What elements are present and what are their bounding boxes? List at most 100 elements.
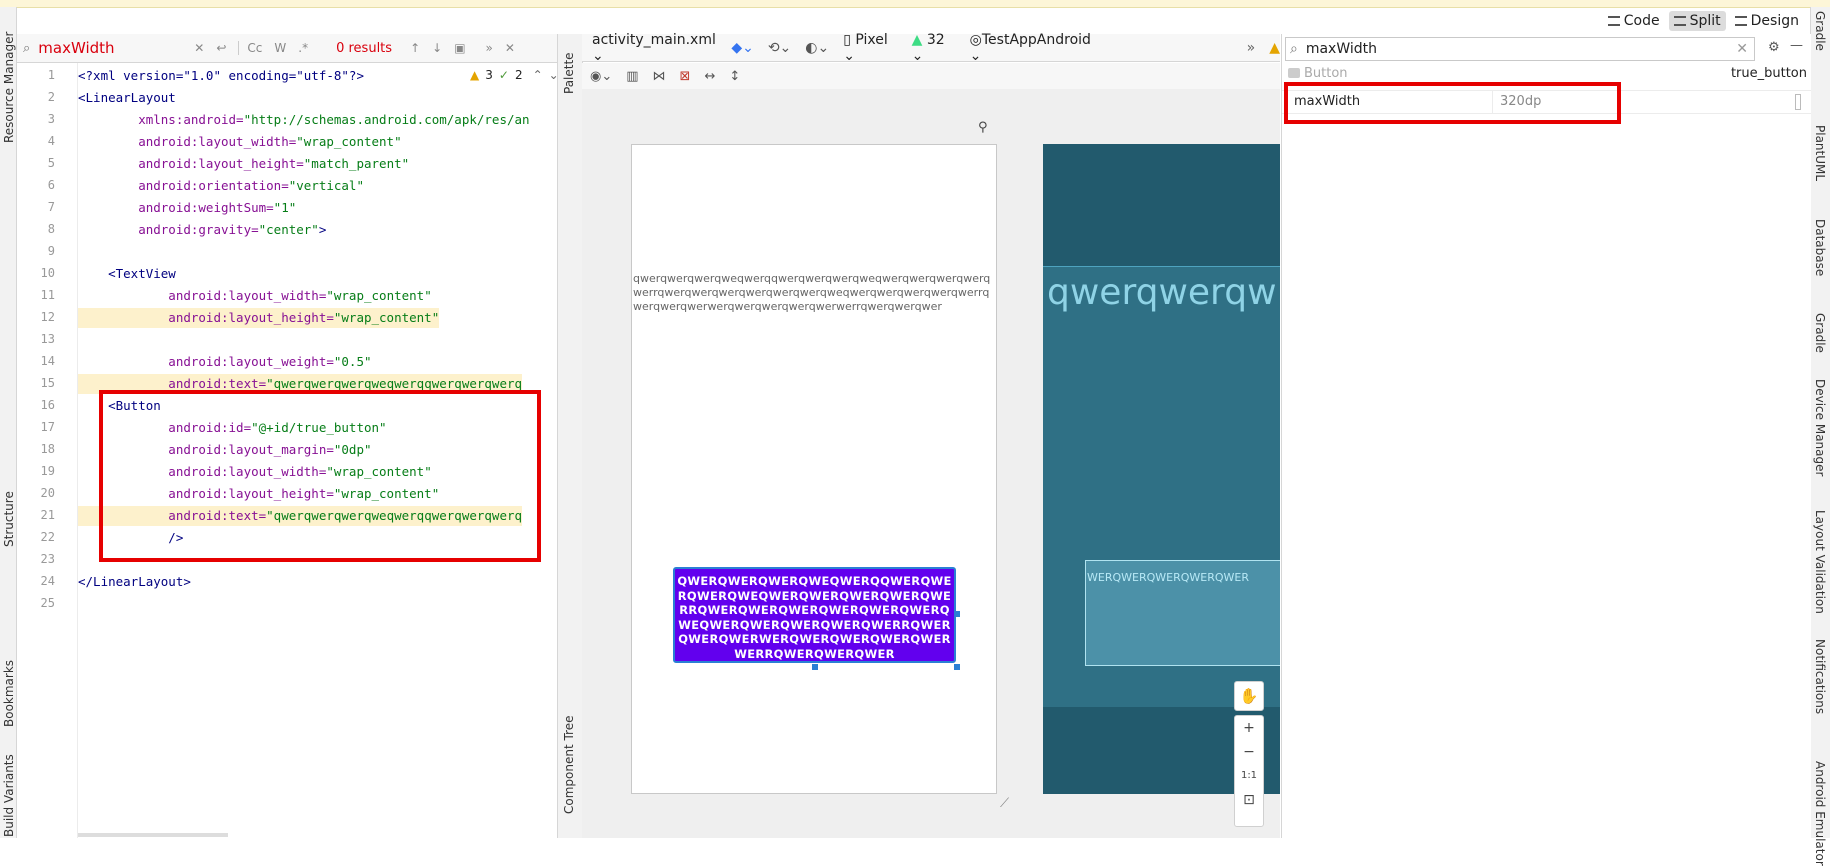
constraints-icon[interactable]: ⋈ [653, 69, 666, 84]
vertical-arrows-icon[interactable]: ↕ [729, 69, 740, 84]
zoom-in-icon[interactable]: + [1243, 716, 1255, 740]
canvas-resize-grip-icon[interactable]: ⟋ [1000, 796, 1009, 811]
regex-toggle[interactable]: .* [298, 41, 308, 55]
mode-split-button[interactable]: Split [1668, 11, 1726, 31]
pin-icon[interactable]: ⚲ [978, 120, 988, 135]
right-tool-strip: Gradle Database PlantUML Gradle Device M… [1810, 7, 1830, 866]
tool-bookmarks[interactable]: Bookmarks [2, 660, 16, 727]
code-token: "vertical" [288, 178, 364, 193]
zoom-out-icon[interactable]: − [1243, 740, 1255, 764]
attributes-search[interactable]: ⌕ maxWidth ✕ [1285, 37, 1755, 61]
api-selector[interactable]: ▲ 32 ⌄ [912, 32, 956, 64]
component-type: Button [1304, 66, 1348, 81]
overflow-icon[interactable]: » [1247, 40, 1256, 56]
layers-icon[interactable]: ◆⌄ [731, 40, 754, 56]
match-case-toggle[interactable]: Cc [238, 41, 262, 55]
history-icon[interactable]: ↩ [216, 41, 226, 55]
tool-structure[interactable]: Structure [2, 491, 16, 547]
code-token: "0.5" [333, 354, 372, 369]
view-options-icon[interactable]: ◉⌄ [590, 69, 612, 84]
design-secondary-toolbar: ◉⌄ ▥ ⋈ ⊠ ↔ ↕ [582, 63, 1280, 89]
clear-icon[interactable]: ✕ [194, 41, 204, 55]
preview-button[interactable]: QWERQWERQWERQWEQWERQQWERQWERQWERQWEQWERQ… [673, 567, 956, 663]
mode-code-button[interactable]: Code [1603, 11, 1665, 31]
search-icon: ⌕ [1290, 41, 1298, 57]
line-number: 7 [47, 200, 55, 214]
tool-build-variants[interactable]: Build Variants [2, 754, 16, 837]
code-token: "match_parent" [303, 156, 410, 171]
prev-highlight-icon[interactable]: ⌃ [533, 68, 543, 82]
android-icon: ▲ [911, 31, 923, 48]
blueprint-button: WERQWERQWERQWERQWER [1087, 571, 1249, 584]
file-selector[interactable]: activity_main.xml ⌄ [592, 32, 717, 64]
tool-device-manager[interactable]: Device Manager [1813, 379, 1827, 476]
theme-selector[interactable]: ◎TestAppAndroid ⌄ [970, 32, 1093, 64]
whole-word-toggle[interactable]: W [274, 41, 286, 55]
code-token: android:orientation= [78, 178, 289, 193]
code-line: <LinearLayout [78, 88, 176, 108]
warning-count: 3 [485, 68, 493, 82]
zoom-fit-icon[interactable]: ⊡ [1243, 788, 1255, 812]
prev-occurrence-icon[interactable]: ↑ [410, 41, 420, 55]
line-number: 18 [40, 442, 55, 456]
code-token: android:layout_weight= [78, 354, 334, 369]
code-token: </LinearLayout> [78, 574, 191, 589]
code-token: <LinearLayout [78, 90, 176, 105]
tool-gradle[interactable]: Gradle [1813, 313, 1827, 353]
component-tree-tab[interactable]: Component Tree [562, 716, 576, 814]
design-preview-phone[interactable] [631, 144, 997, 794]
check-icon: ✓ [498, 68, 509, 82]
tool-android-emulator[interactable]: Android Emulator [1813, 761, 1827, 866]
resize-handle-corner[interactable] [954, 664, 960, 670]
find-input[interactable]: maxWidth [38, 39, 188, 57]
tool-layout-validation[interactable]: Layout Validation [1813, 510, 1827, 614]
tool-plantuml[interactable]: PlantUML [1813, 125, 1827, 181]
attributes-search-input[interactable]: maxWidth [1306, 41, 1377, 57]
tool-gradle-top[interactable]: Gradle [1813, 11, 1827, 51]
inspection-widget[interactable]: ▲ 3 ✓ 2 ⌃ ⌄ [470, 68, 559, 82]
line-number: 21 [40, 508, 55, 522]
more-options-icon[interactable]: » [486, 41, 493, 55]
night-mode-icon[interactable]: ◐⌄ [805, 40, 829, 56]
line-number: 25 [40, 596, 55, 610]
code-token: android:layout_width= [78, 134, 297, 149]
palette-tab[interactable]: Palette [562, 52, 576, 94]
code-line: android:layout_width="wrap_content" [78, 286, 431, 306]
issues-warning-icon[interactable]: ▲ [1269, 40, 1280, 56]
minimize-icon[interactable]: — [1790, 38, 1803, 53]
preview-textview[interactable]: qwerqwerqwerqweqwerqqwerqwerqwerqweqwerq… [633, 272, 995, 314]
close-find-icon[interactable]: ✕ [505, 41, 515, 55]
resize-handle-bottom[interactable] [812, 664, 818, 670]
code-token: android:text= [78, 376, 267, 391]
orientation-icon[interactable]: ⟲⌄ [768, 40, 791, 56]
horizontal-arrows-icon[interactable]: ↔ [704, 69, 715, 84]
blueprint-toggle-icon[interactable]: ▥ [626, 69, 638, 84]
code-line: android:weightSum="1" [78, 198, 296, 218]
clear-constraints-icon[interactable]: ⊠ [680, 69, 691, 84]
device-selector[interactable]: ▯ Pixel ⌄ [843, 32, 897, 64]
mode-design-button[interactable]: Design [1730, 11, 1804, 31]
tool-resource-manager[interactable]: Resource Manager [2, 32, 16, 143]
select-all-icon[interactable]: ▣ [454, 41, 465, 55]
code-line: android:gravity="center"> [78, 220, 326, 240]
clear-search-icon[interactable]: ✕ [1736, 41, 1748, 57]
code-token: "wrap_content" [296, 134, 402, 149]
zoom-actual-size[interactable]: 1:1 [1241, 764, 1257, 788]
line-number: 1 [47, 68, 55, 82]
tool-notifications[interactable]: Notifications [1813, 639, 1827, 714]
code-line: android:layout_width="wrap_content" [78, 132, 402, 152]
horizontal-scrollbar[interactable] [78, 833, 228, 837]
zoom-controls: + − 1:1 ⊡ [1234, 715, 1264, 827]
resize-handle-right[interactable] [954, 611, 960, 617]
blueprint-textview: qwerqwerqw [1047, 272, 1277, 313]
code-line: android:layout_weight="0.5" [78, 352, 372, 372]
gear-icon[interactable]: ⚙ [1768, 40, 1780, 55]
line-number: 4 [47, 134, 55, 148]
pan-hand-icon[interactable]: ✋ [1234, 681, 1264, 711]
line-number: 6 [47, 178, 55, 192]
next-occurrence-icon[interactable]: ↓ [432, 41, 442, 55]
resource-picker-icon[interactable] [1795, 94, 1801, 110]
file-label: activity_main.xml [592, 31, 716, 48]
tool-database[interactable]: Database [1813, 219, 1827, 276]
code-token: "center" [258, 222, 319, 237]
